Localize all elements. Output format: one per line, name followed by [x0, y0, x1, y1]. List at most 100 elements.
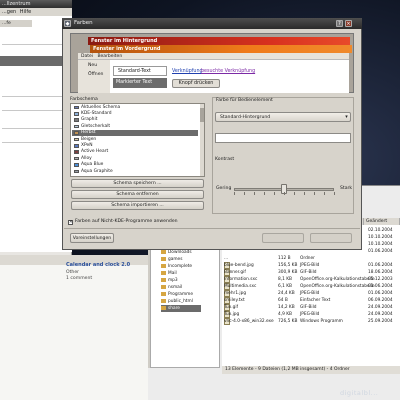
- preview-visited-link[interactable]: besuchte Verknüpfung: [201, 69, 255, 74]
- tree-item-games[interactable]: games: [161, 256, 182, 263]
- scheme-swatch-icon: [74, 131, 79, 135]
- table-row[interactable]: vnc-4.0-x86_win32.exe 726,5 KB Windows Pr…: [222, 318, 400, 325]
- reset-button[interactable]: [310, 233, 352, 243]
- help-icon[interactable]: ?: [336, 20, 343, 27]
- folder-icon: [161, 256, 166, 261]
- scheme-item[interactable]: Herbst: [72, 130, 198, 137]
- scheme-item-label: Gletscherkalt: [81, 123, 111, 129]
- preview-button[interactable]: Knopf drücken: [172, 79, 220, 88]
- preview-menu-file[interactable]: Datei: [81, 54, 93, 59]
- control-center-menubar: ...gen Hilfe: [0, 8, 72, 16]
- preview-link[interactable]: Verknüpfung: [172, 69, 203, 74]
- apply-non-kde-label: Farben auf Nicht-KDE-Programme anwenden: [75, 219, 178, 224]
- table-row[interactable]: Multimedia.sxc 6,1 KB OpenOffice.org-Kalk…: [222, 283, 400, 290]
- scheme-item[interactable]: Beigen: [72, 137, 198, 143]
- tree-row[interactable]: [2, 96, 62, 97]
- folder-icon: [161, 270, 166, 275]
- folder-icon: [161, 291, 166, 296]
- scheme-item-label: Aqua Graphite: [81, 168, 113, 174]
- scheme-item[interactable]: Active Heart: [72, 149, 198, 155]
- column-header-modified[interactable]: Geändert: [364, 218, 400, 225]
- folder-icon: [161, 249, 166, 254]
- scheme-item[interactable]: Aqua Blue: [72, 162, 198, 168]
- color-swatch-button[interactable]: [215, 133, 351, 143]
- menu-item-help[interactable]: Hilfe: [20, 9, 31, 15]
- color-group-label: Farbe für Bedienelement: [216, 98, 273, 103]
- active-window-title[interactable]: Fenster im Vordergrund: [90, 45, 352, 53]
- tree-row[interactable]: [2, 128, 62, 129]
- table-row[interactable]: Banner.gif 300,9 KB GIF-Bild 18.06.2004: [222, 269, 400, 276]
- preview-side-panel[interactable]: Neu Öffnen: [78, 60, 110, 93]
- scheme-item-label: Alloy: [81, 155, 92, 161]
- tree-item-downloads[interactable]: Downloads: [161, 249, 192, 256]
- table-row[interactable]: Tux.jpg 4,9 KB JPEG-Bild 24.09.2004: [222, 311, 400, 318]
- window-menu-icon[interactable]: ◆: [64, 20, 71, 27]
- preview-item-new[interactable]: Neu: [88, 63, 97, 68]
- apply-non-kde-checkbox[interactable]: ✕: [68, 220, 73, 225]
- scheme-item-label: Herbst: [81, 130, 96, 136]
- tree-item-nsmail[interactable]: nsmail: [161, 284, 182, 291]
- folder-icon: [161, 284, 166, 289]
- defaults-button[interactable]: Voreinstellungen: [70, 233, 114, 243]
- scheme-item-label: Aktuelles Schema: [81, 104, 121, 110]
- save-scheme-button[interactable]: Schema speichern ...: [71, 179, 204, 188]
- contrast-tick: [324, 192, 325, 195]
- preview-menu-edit[interactable]: Bearbeiten: [97, 54, 122, 59]
- menu-item[interactable]: ...gen: [2, 9, 16, 15]
- list-item[interactable]: ... 112 B Ordner: [222, 255, 400, 262]
- tree-row[interactable]: [2, 142, 62, 143]
- preview-item-open[interactable]: Öffnen: [88, 72, 103, 77]
- table-row[interactable]: Tux.gif 14,2 KB GIF-Bild 24.09.2004: [222, 304, 400, 311]
- contrast-tick: [314, 192, 315, 195]
- apply-button[interactable]: [262, 233, 304, 243]
- scheme-item-label: Active Heart: [81, 149, 109, 155]
- table-row[interactable]: Information.sxc 8,1 KB OpenOffice.org-Kal…: [222, 276, 400, 283]
- contrast-tick: [304, 192, 305, 195]
- tree-row[interactable]: [2, 110, 62, 111]
- calendar-comments[interactable]: 1 comment: [66, 276, 92, 281]
- table-row[interactable]: blue-bend.jpg 156,5 KB JPEG-Bild 01.06.200…: [222, 262, 400, 269]
- scheme-item[interactable]: Aqua Graphite: [72, 169, 198, 175]
- scheme-item[interactable]: Graphit: [72, 117, 198, 123]
- scheme-label: Farbschema: [70, 97, 98, 102]
- scheme-swatch-icon: [74, 112, 79, 116]
- calendar-category: Other: [66, 270, 80, 275]
- table-row[interactable]: smiley.txt 64 B Einfacher Text 06.09.2004: [222, 297, 400, 304]
- tree-item-public-html[interactable]: public_html: [161, 298, 193, 305]
- preview-standard-text[interactable]: Standard-Text: [113, 66, 167, 76]
- scheme-item-label: Beigen: [81, 136, 97, 142]
- scheme-item[interactable]: Aktuelles Schema: [72, 105, 198, 111]
- file-manager-status: 13 Elemente - 9 Dateien (1,2 MB insgesam…: [222, 366, 400, 374]
- tree-item-incomplete[interactable]: Incomplete: [161, 263, 192, 270]
- chevron-down-icon[interactable]: ▾: [342, 112, 351, 122]
- folder-icon: [161, 263, 166, 268]
- scheme-item-label: Graphit: [81, 117, 98, 123]
- preview-selected-text[interactable]: Markierter Text: [113, 78, 167, 88]
- calendar-link[interactable]: Calendar and clock 2.0: [66, 262, 130, 268]
- table-row[interactable]: mehr1.jpg 24,4 KB JPEG-Bild 01.06.2004: [222, 290, 400, 297]
- tree-item-mp3[interactable]: mp3: [161, 277, 178, 284]
- close-icon[interactable]: ×: [345, 20, 352, 27]
- scheme-list[interactable]: Aktuelles Schema KDE-Standard Graphit Glets…: [70, 103, 205, 177]
- dialog-title: Farben: [62, 18, 362, 29]
- contrast-tick: [264, 192, 265, 195]
- tree-item-mail[interactable]: Mail: [161, 270, 177, 277]
- import-scheme-button[interactable]: Schema importieren ...: [71, 201, 204, 210]
- inactive-window-title[interactable]: Fenster im Hintergrund: [88, 37, 350, 45]
- scheme-scroll-thumb[interactable]: [200, 108, 204, 122]
- remove-scheme-button[interactable]: Schema entfernen: [71, 190, 204, 199]
- contrast-tick: [294, 192, 295, 195]
- scheme-swatch-icon: [74, 118, 79, 123]
- control-center-title: ...llzentrum: [0, 0, 72, 8]
- tree-item-programme[interactable]: Programme: [161, 291, 193, 298]
- scheme-swatch-icon: [74, 105, 79, 110]
- control-center-tab[interactable]: ...fe: [0, 20, 32, 27]
- folder-tree[interactable]: Downloads games Incomplete Mail mp3 nsma…: [150, 232, 220, 368]
- widget-color-select[interactable]: Standard-Hintergrund: [215, 112, 351, 122]
- tree-row[interactable]: [2, 44, 62, 45]
- scheme-item[interactable]: Alloy: [72, 156, 198, 162]
- tree-item-share[interactable]: share: [161, 305, 201, 312]
- scheme-item[interactable]: Gletscherkalt: [72, 124, 198, 130]
- scheme-item-label: Aqua Blue: [81, 162, 104, 168]
- preview-menubar[interactable]: Datei Bearbeiten: [78, 53, 349, 60]
